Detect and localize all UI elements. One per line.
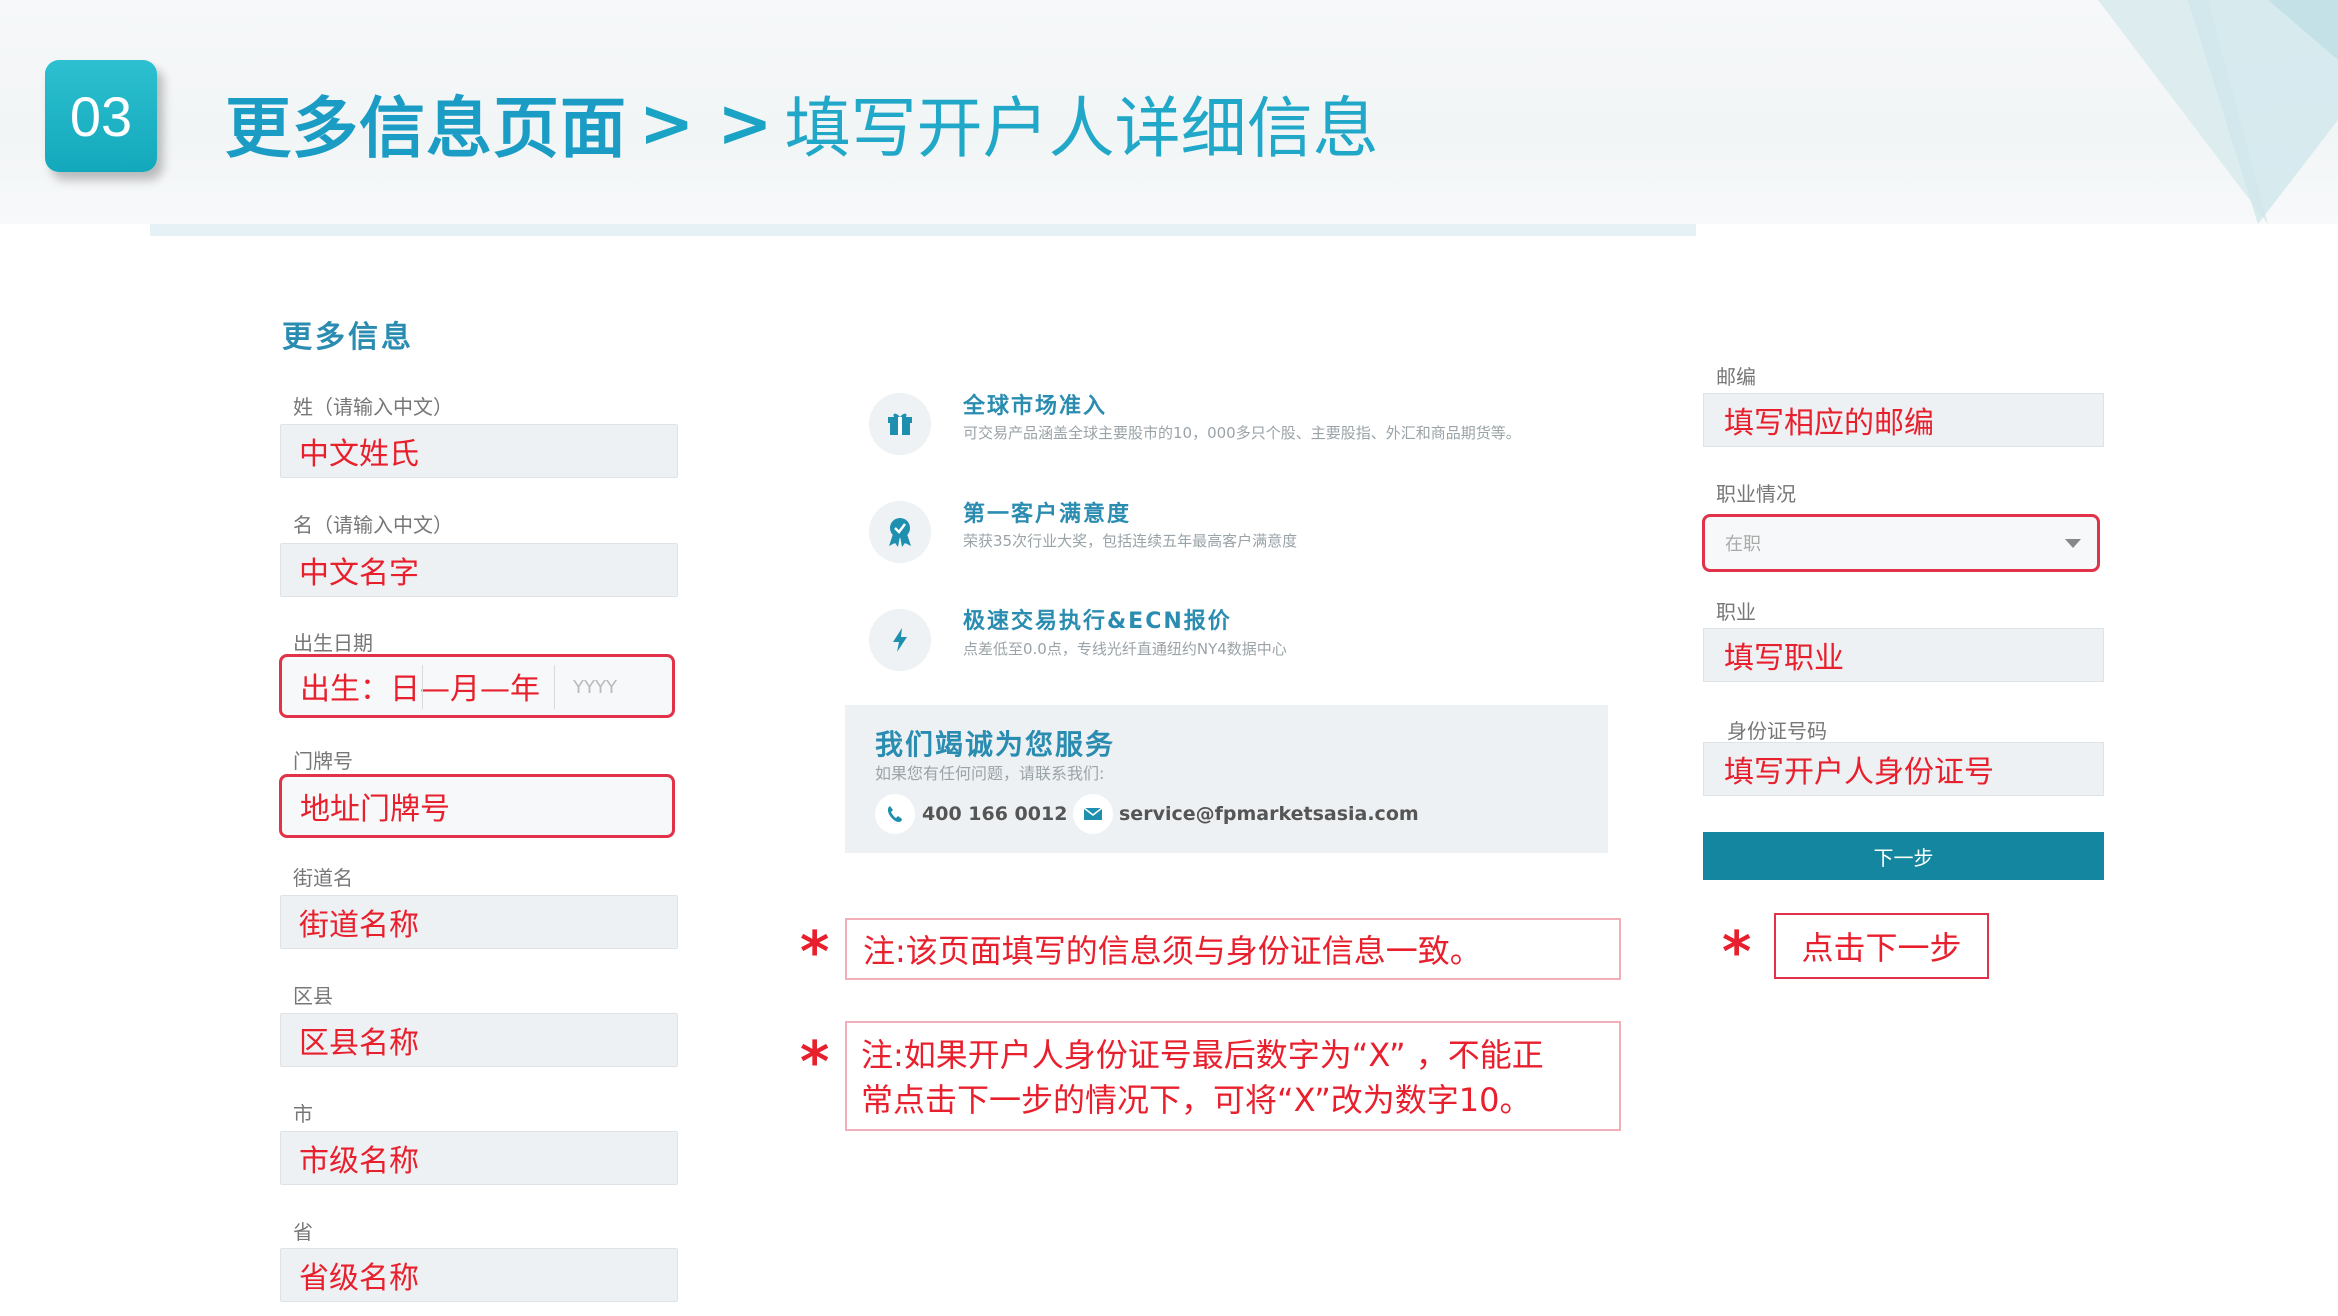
award-ribbon-icon (869, 501, 931, 563)
decorative-triangles (2098, 0, 2338, 224)
house-number-input[interactable]: 地址门牌号 (279, 774, 675, 838)
phone-icon (875, 794, 915, 834)
section-title: 更多信息 (282, 320, 414, 355)
step-badge: 03 (45, 60, 157, 172)
city-label: 市 (293, 1102, 313, 1126)
postcode-label: 邮编 (1716, 365, 1756, 389)
gift-box-icon (869, 393, 931, 455)
street-input[interactable]: 街道名称 (280, 895, 678, 949)
employment-status-label: 职业情况 (1716, 482, 1796, 506)
contact-subtitle: 如果您有任何问题，请联系我们: (875, 764, 1105, 783)
province-label: 省 (293, 1220, 313, 1244)
lightning-icon (869, 609, 931, 671)
postcode-input[interactable]: 填写相应的邮编 (1703, 393, 2104, 447)
feature-title: 全球市场准入 (963, 394, 1108, 419)
id-number-label: 身份证号码 (1727, 719, 1827, 743)
contact-panel: 我们竭诚为您服务 如果您有任何问题，请联系我们: 400 166 0012 se… (845, 705, 1608, 853)
surname-input[interactable]: 中文姓氏 (280, 424, 678, 478)
header-divider (150, 224, 1696, 236)
birthdate-label: 出生日期 (293, 631, 373, 655)
employment-status-select[interactable]: 在职 (1702, 514, 2100, 572)
given-name-input[interactable]: 中文名字 (280, 543, 678, 597)
birthdate-value: 出生：日—月—年 (300, 672, 540, 707)
note-text: 注:该页面填写的信息须与身份证信息一致。 (863, 932, 1482, 970)
feature-title: 极速交易执行&ECN报价 (963, 609, 1232, 634)
id-number-input[interactable]: 填写开户人身份证号 (1703, 742, 2104, 796)
asterisk-icon: * (800, 920, 830, 985)
district-input[interactable]: 区县名称 (280, 1013, 678, 1067)
note-id-x-suffix: 注:如果开户人身份证号最后数字为“X” ，不能正 常点击下一步的情况下，可将“X… (845, 1021, 1621, 1131)
asterisk-icon: * (800, 1030, 830, 1095)
next-step-button[interactable]: 下一步 (1703, 832, 2104, 880)
click-next-note: 点击下一步 (1774, 913, 1989, 979)
city-input[interactable]: 市级名称 (280, 1131, 678, 1185)
contact-phone[interactable]: 400 166 0012 (922, 803, 1067, 825)
note-text-line1: 注:如果开户人身份证号最后数字为“X” ，不能正 (861, 1036, 1544, 1074)
chevron-down-icon (2065, 539, 2081, 548)
birthdate-year-field[interactable]: YYYY (554, 665, 666, 709)
street-label: 街道名 (293, 866, 353, 890)
given-name-label: 名（请输入中文） (293, 513, 453, 537)
asterisk-icon: * (1722, 920, 1752, 985)
province-input[interactable]: 省级名称 (280, 1248, 678, 1302)
feature-desc: 可交易产品涵盖全球主要股市的10，000多只个股、主要股指、外汇和商品期货等。 (963, 424, 1521, 442)
page-title-sub: 填写开户人详细信息 (784, 90, 1379, 167)
note-text-line2: 常点击下一步的情况下，可将“X”改为数字10。 (861, 1081, 1532, 1119)
house-number-label: 门牌号 (293, 749, 353, 773)
feature-title: 第一客户满意度 (963, 502, 1132, 527)
note-id-consistency: 注:该页面填写的信息须与身份证信息一致。 (845, 918, 1621, 980)
feature-desc: 荣获35次行业大奖，包括连续五年最高客户满意度 (963, 532, 1298, 550)
surname-label: 姓（请输入中文） (293, 395, 453, 419)
email-icon (1073, 794, 1113, 834)
contact-email[interactable]: service@fpmarketsasia.com (1119, 803, 1419, 825)
district-label: 区县 (293, 984, 333, 1008)
page-title-separator: > > (639, 84, 773, 162)
occupation-label: 职业 (1716, 600, 1756, 624)
birthdate-divider (422, 665, 423, 709)
page-title: 更多信息页面 > > 填写开户人详细信息 (225, 78, 1379, 168)
occupation-input[interactable]: 填写职业 (1703, 628, 2104, 682)
birthdate-input[interactable]: 出生：日—月—年 YYYY (279, 654, 675, 718)
employment-status-value: 在职 (1725, 534, 1761, 555)
contact-title: 我们竭诚为您服务 (875, 728, 1116, 761)
feature-desc: 点差低至0.0点，专线光纤直通纽约NY4数据中心 (963, 640, 1287, 658)
page-title-main: 更多信息页面 (225, 90, 627, 167)
